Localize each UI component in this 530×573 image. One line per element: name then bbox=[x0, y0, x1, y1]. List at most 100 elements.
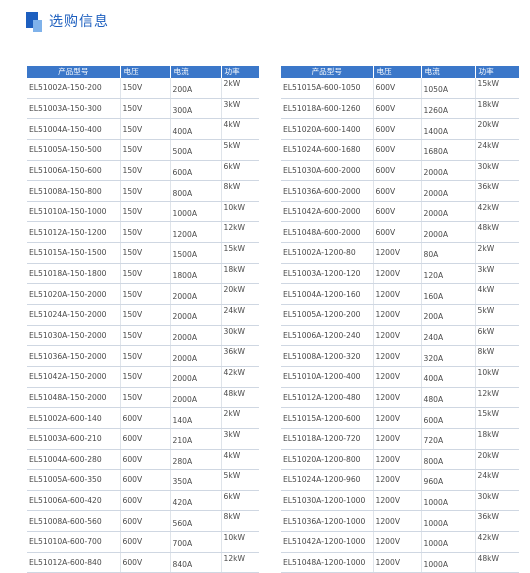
current-cell: 1260A bbox=[421, 98, 476, 120]
model-cell: EL51042A-150-2000 bbox=[27, 366, 121, 388]
model-cell: EL51018A-600-1260 bbox=[281, 98, 374, 120]
current-cell: 200A bbox=[421, 304, 476, 326]
current-cell: 1000A bbox=[170, 201, 222, 223]
current-cell: 560A bbox=[170, 510, 222, 533]
current-cell: 80A bbox=[421, 242, 476, 264]
current-cell: 1000A bbox=[421, 552, 476, 573]
power-cell: 2kW bbox=[475, 242, 519, 264]
voltage-cell: 600V bbox=[120, 407, 171, 429]
voltage-cell: 150V bbox=[120, 139, 171, 161]
table-row: EL51008A-150-800 150V 800A 8kW bbox=[27, 180, 259, 202]
column-header-power: 功率 bbox=[475, 66, 519, 78]
current-cell: 320A bbox=[421, 345, 476, 367]
power-cell: 4kW bbox=[475, 283, 519, 306]
table-row: EL51006A-600-420 600V 420A 6kW bbox=[27, 490, 259, 512]
current-cell: 400A bbox=[421, 366, 476, 388]
current-cell: 160A bbox=[421, 283, 476, 306]
power-cell: 3kW bbox=[475, 263, 519, 285]
model-cell: EL51030A-150-2000 bbox=[27, 325, 121, 347]
voltage-cell: 1200V bbox=[373, 469, 422, 491]
model-cell: EL51018A-1200-720 bbox=[281, 428, 374, 450]
current-cell: 200A bbox=[170, 78, 222, 99]
voltage-cell: 150V bbox=[120, 242, 171, 264]
voltage-cell: 150V bbox=[120, 201, 171, 223]
current-cell: 350A bbox=[170, 469, 222, 491]
column-header-power: 功率 bbox=[221, 66, 259, 78]
table-row: EL51042A-1200-1000 1200V 1000A 42kW bbox=[281, 531, 519, 553]
model-cell: EL51002A-1200-80 bbox=[281, 242, 374, 264]
model-cell: EL51024A-600-1680 bbox=[281, 139, 374, 161]
table-row: EL51003A-150-300 150V 300A 3kW bbox=[27, 98, 259, 120]
voltage-cell: 150V bbox=[120, 78, 171, 99]
voltage-cell: 1200V bbox=[373, 428, 422, 450]
power-cell: 12kW bbox=[221, 552, 259, 573]
voltage-cell: 600V bbox=[120, 469, 171, 491]
power-cell: 24kW bbox=[221, 304, 259, 326]
current-cell: 1800A bbox=[170, 263, 222, 285]
voltage-cell: 1200V bbox=[373, 552, 422, 573]
table-row: EL51005A-600-350 600V 350A 5kW bbox=[27, 469, 259, 491]
table-row: EL51005A-150-500 150V 500A 5kW bbox=[27, 139, 259, 161]
voltage-cell: 1200V bbox=[373, 325, 422, 347]
power-cell: 15kW bbox=[221, 242, 259, 264]
model-cell: EL51036A-150-2000 bbox=[27, 345, 121, 367]
model-cell: EL51020A-150-2000 bbox=[27, 283, 121, 306]
voltage-cell: 150V bbox=[120, 180, 171, 202]
voltage-cell: 600V bbox=[373, 180, 422, 202]
column-header-voltage: 电压 bbox=[373, 66, 422, 78]
power-cell: 42kW bbox=[221, 366, 259, 388]
current-cell: 1000A bbox=[421, 510, 476, 533]
voltage-cell: 1200V bbox=[373, 490, 422, 512]
table-row: EL51024A-1200-960 1200V 960A 24kW bbox=[281, 469, 519, 491]
column-header-model: 产品型号 bbox=[27, 66, 121, 78]
table-row: EL51006A-1200-240 1200V 240A 6kW bbox=[281, 325, 519, 347]
current-cell: 2000A bbox=[170, 387, 222, 409]
voltage-cell: 150V bbox=[120, 325, 171, 347]
power-cell: 4kW bbox=[221, 118, 259, 140]
table-row: EL51005A-1200-200 1200V 200A 5kW bbox=[281, 304, 519, 326]
model-cell: EL51018A-150-1800 bbox=[27, 263, 121, 285]
power-cell: 10kW bbox=[221, 531, 259, 553]
power-cell: 36kW bbox=[475, 180, 519, 202]
current-cell: 720A bbox=[421, 428, 476, 450]
column-header-voltage: 电压 bbox=[120, 66, 171, 78]
table-row: EL51018A-150-1800 150V 1800A 18kW bbox=[27, 263, 259, 285]
current-cell: 1200A bbox=[170, 221, 222, 244]
page-title: 选购信息 bbox=[49, 14, 109, 30]
model-cell: EL51036A-600-2000 bbox=[281, 180, 374, 202]
current-cell: 280A bbox=[170, 449, 222, 471]
current-cell: 2000A bbox=[421, 180, 476, 202]
voltage-cell: 150V bbox=[120, 118, 171, 140]
table-row: EL51048A-600-2000 600V 2000A 48kW bbox=[281, 221, 519, 244]
model-cell: EL51030A-1200-1000 bbox=[281, 490, 374, 512]
model-cell: EL51006A-600-420 bbox=[27, 490, 121, 512]
voltage-cell: 1200V bbox=[373, 531, 422, 553]
table-row: EL51020A-150-2000 150V 2000A 20kW bbox=[27, 283, 259, 306]
model-cell: EL51042A-600-2000 bbox=[281, 201, 374, 223]
model-cell: EL51012A-600-840 bbox=[27, 552, 121, 573]
model-cell: EL51042A-1200-1000 bbox=[281, 531, 374, 553]
power-cell: 18kW bbox=[475, 428, 519, 450]
model-cell: EL51024A-150-2000 bbox=[27, 304, 121, 326]
table-row: EL51030A-1200-1000 1200V 1000A 30kW bbox=[281, 490, 519, 512]
table-row: EL51012A-600-840 600V 840A 12kW bbox=[27, 552, 259, 573]
current-cell: 2000A bbox=[421, 160, 476, 182]
model-cell: EL51015A-150-1500 bbox=[27, 242, 121, 264]
voltage-cell: 600V bbox=[373, 98, 422, 120]
table-row: EL51002A-600-140 600V 140A 2kW bbox=[27, 407, 259, 429]
current-cell: 420A bbox=[170, 490, 222, 512]
current-cell: 2000A bbox=[421, 221, 476, 244]
table-row: EL51015A-1200-600 1200V 600A 15kW bbox=[281, 407, 519, 429]
table-row: EL51003A-600-210 600V 210A 3kW bbox=[27, 428, 259, 450]
power-cell: 3kW bbox=[221, 98, 259, 120]
table-row: EL51010A-150-1000 150V 1000A 10kW bbox=[27, 201, 259, 223]
voltage-cell: 600V bbox=[373, 139, 422, 161]
power-cell: 30kW bbox=[475, 160, 519, 182]
table-row: EL51036A-600-2000 600V 2000A 36kW bbox=[281, 180, 519, 202]
table-row: EL51020A-600-1400 600V 1400A 20kW bbox=[281, 118, 519, 140]
power-cell: 24kW bbox=[475, 469, 519, 491]
table-row: EL51004A-150-400 150V 400A 4kW bbox=[27, 118, 259, 140]
table-row: EL51024A-150-2000 150V 2000A 24kW bbox=[27, 304, 259, 326]
power-cell: 48kW bbox=[475, 552, 519, 573]
table-row: EL51010A-600-700 600V 700A 10kW bbox=[27, 531, 259, 553]
